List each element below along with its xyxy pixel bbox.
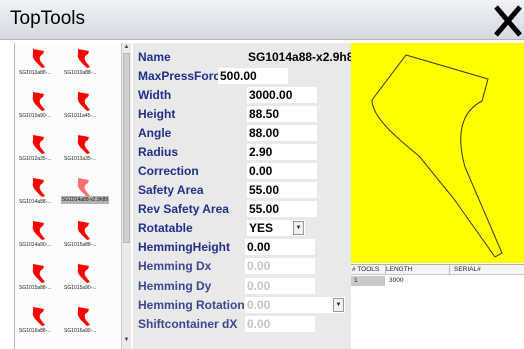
field-rev-safety-area[interactable]: 55.00 xyxy=(247,201,317,217)
field-angle[interactable]: 88.00 xyxy=(247,125,317,141)
tool-thumbnail-label: SG1011a45-... xyxy=(64,113,97,119)
label-hemming-dx: Hemming Dx xyxy=(138,259,212,273)
field-hemming-dy: 0.00 xyxy=(245,278,315,294)
field-maxpressforce[interactable]: 500.00 xyxy=(218,68,288,84)
label-shiftcontainer-dx: Shiftcontainer dX xyxy=(138,317,238,331)
column-header-serial: SERIAL# xyxy=(454,266,481,273)
tool-thumbnail-label: SG1010a88-... xyxy=(64,70,97,76)
tool-thumbnail-item[interactable]: SG1010a88-... xyxy=(64,46,110,82)
punch-tool-icon xyxy=(32,307,45,326)
cell-tool-count: 1 xyxy=(354,277,358,284)
tool-thumbnail-label: SG1015a88-... xyxy=(64,242,97,248)
tool-thumbnail-item[interactable]: SG1015a90-... xyxy=(64,261,110,297)
tool-thumbnail-label: SG1016a90-... xyxy=(64,328,97,334)
punch-tool-icon xyxy=(32,49,45,68)
tool-profile-preview xyxy=(351,43,524,263)
window-title: TopTools xyxy=(10,8,85,29)
punch-tool-icon xyxy=(32,135,45,154)
field-correction[interactable]: 0.00 xyxy=(247,163,317,179)
punch-tool-icon xyxy=(77,135,90,154)
label-height: Height xyxy=(138,107,176,121)
punch-tool-icon xyxy=(77,92,90,111)
dropdown-arrow-icon[interactable]: ▼ xyxy=(293,221,304,235)
tool-list-scrollbar[interactable]: ▲ ▼ xyxy=(121,43,131,349)
tool-thumbnail-item[interactable]: SG1013a35-... xyxy=(64,132,110,168)
dropdown-arrow-icon[interactable]: ▼ xyxy=(333,298,344,312)
field-hemmingheight[interactable]: 0.00 xyxy=(245,239,315,255)
field-hemming-rotation: 0.00 xyxy=(245,297,345,313)
label-radius: Radius xyxy=(138,145,179,159)
cell-tool-length: 3000 xyxy=(389,277,404,284)
tools-table-header: # TOOLS LENGTH SERIAL# xyxy=(351,265,524,275)
tool-thumbnail-label: SG1015a90-... xyxy=(64,285,97,291)
punch-tool-icon xyxy=(32,92,45,111)
punch-tool-icon xyxy=(77,49,90,68)
punch-tool-icon xyxy=(77,264,90,283)
field-shiftcontainer-dx: 0.00 xyxy=(245,316,315,332)
field-hemming-dx: 0.00 xyxy=(245,258,315,274)
tool-thumbnail-item[interactable]: SG1015a88-... xyxy=(19,261,65,297)
field-height[interactable]: 88.50 xyxy=(247,106,317,122)
label-rotatable: Rotatable xyxy=(138,221,193,235)
label-correction: Correction xyxy=(138,164,199,178)
tool-thumbnail-item[interactable]: SG1016a90-... xyxy=(64,304,110,340)
label-rev-safety-area: Rev Safety Area xyxy=(138,202,229,216)
label-hemming-rotation: Hemming Rotation xyxy=(138,298,245,312)
punch-tool-icon xyxy=(77,221,90,240)
tool-thumbnail-label: SG1013a35-... xyxy=(64,156,97,162)
punch-tool-icon xyxy=(32,178,45,197)
scroll-up-arrow-icon[interactable]: ▲ xyxy=(122,43,131,52)
punch-tool-icon xyxy=(32,221,45,240)
punch-tool-icon xyxy=(77,307,90,326)
field-radius[interactable]: 2.90 xyxy=(247,144,317,160)
tool-thumbnail-item[interactable]: SG1014a90-... xyxy=(19,218,65,254)
tool-thumbnail-item[interactable]: SG1012a35-... xyxy=(19,132,65,168)
label-safety-area: Safety Area xyxy=(138,183,204,197)
field-name[interactable]: SG1014a88-x2.9h8 xyxy=(246,49,353,65)
tool-thumbnail-item[interactable]: SG1011a45-... xyxy=(64,89,110,125)
tool-thumbnail-item[interactable]: SG1010a90-... xyxy=(19,89,65,125)
scroll-thumb[interactable] xyxy=(123,53,130,243)
toptools-window: TopTools SG1010a88-... SG1010a88-... SG101… xyxy=(0,0,524,349)
tool-thumbnail-list[interactable]: SG1010a88-... SG1010a88-... SG1010a90-... S… xyxy=(14,43,134,349)
label-width: Width xyxy=(138,88,172,102)
field-width[interactable]: 3000.00 xyxy=(247,87,317,103)
tool-thumbnail-item[interactable]: SG1014a88-... xyxy=(19,175,65,211)
title-bar: TopTools xyxy=(0,0,524,40)
scroll-down-arrow-icon[interactable]: ▼ xyxy=(122,336,131,345)
field-safety-area[interactable]: 55.00 xyxy=(247,182,317,198)
punch-tool-icon xyxy=(32,264,45,283)
punch-tool-icon xyxy=(77,178,90,197)
tools-table: # TOOLS LENGTH SERIAL# 1 3000 xyxy=(351,264,524,349)
label-maxpressforce: MaxPressForce xyxy=(138,69,227,83)
tool-thumbnail-item[interactable]: SG1015a88-... xyxy=(64,218,110,254)
tool-profile-outline xyxy=(371,54,503,258)
tool-thumbnail-item[interactable]: SG1016a88-... xyxy=(19,304,65,340)
tool-properties-panel: Name SG1014a88-x2.9h8 MaxPressForce 500.00 W… xyxy=(133,43,353,349)
tool-thumbnail-label: SG1014a88-x2.9h89 xyxy=(61,196,109,204)
close-x-icon xyxy=(494,5,522,37)
tool-thumbnail-item[interactable]: SG1010a88-... xyxy=(19,46,65,82)
label-hemmingheight: HemmingHeight xyxy=(138,240,231,254)
close-button[interactable] xyxy=(491,1,524,39)
label-hemming-dy: Hemming Dy xyxy=(138,279,212,293)
column-header-tools: # TOOLS xyxy=(352,266,380,273)
label-angle: Angle xyxy=(138,126,172,140)
tool-thumbnail-item[interactable]: SG1014a88-x2.9h89 xyxy=(61,175,110,211)
column-header-length: LENGTH xyxy=(386,266,413,273)
label-name: Name xyxy=(138,50,171,64)
